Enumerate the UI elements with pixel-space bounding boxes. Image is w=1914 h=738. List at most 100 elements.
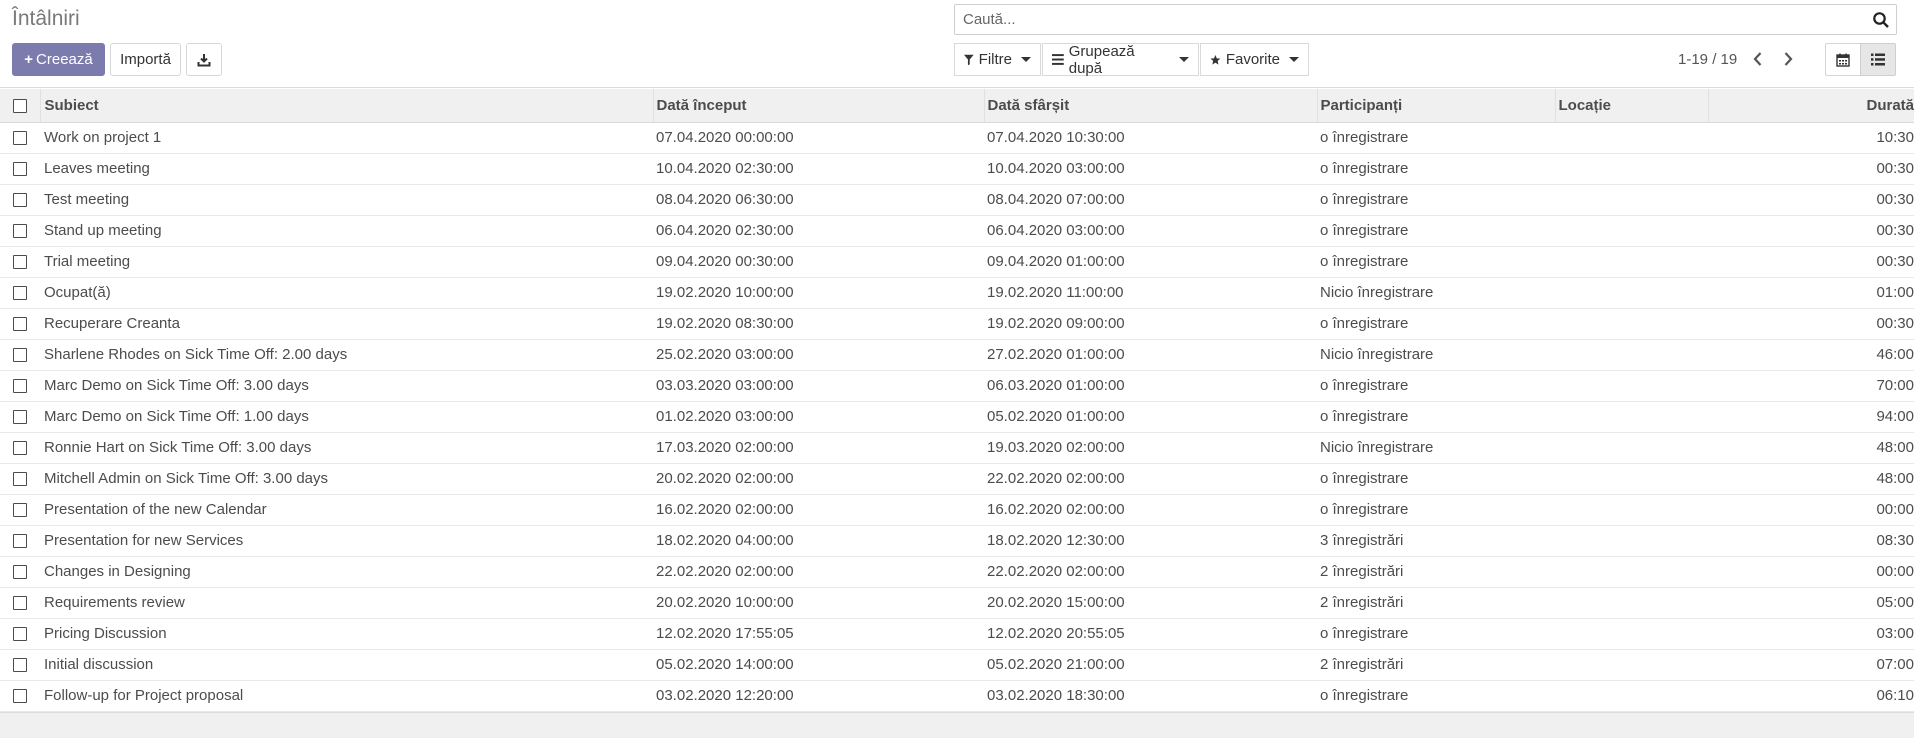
cell-location bbox=[1555, 153, 1708, 185]
table-row[interactable]: Mitchell Admin on Sick Time Off: 3.00 da… bbox=[0, 463, 1914, 495]
cell-location bbox=[1555, 215, 1708, 247]
column-header-duration[interactable]: Durată bbox=[1708, 89, 1914, 123]
row-checkbox[interactable] bbox=[13, 658, 27, 673]
cell-location bbox=[1555, 587, 1708, 619]
download-button[interactable] bbox=[186, 43, 222, 76]
list-view-button[interactable] bbox=[1860, 43, 1896, 76]
cell-subject: Work on project 1 bbox=[40, 122, 653, 154]
cell-start-date: 19.02.2020 10:00:00 bbox=[653, 277, 984, 309]
row-checkbox[interactable] bbox=[13, 317, 27, 332]
cell-duration: 07:00 bbox=[1708, 649, 1914, 681]
row-checkbox[interactable] bbox=[13, 503, 27, 518]
create-button[interactable]: + Creează bbox=[12, 43, 105, 76]
cell-duration: 70:00 bbox=[1708, 370, 1914, 402]
cell-duration: 94:00 bbox=[1708, 401, 1914, 433]
chevron-right-icon[interactable] bbox=[1780, 50, 1796, 68]
row-checkbox[interactable] bbox=[13, 348, 27, 363]
table-row[interactable]: Work on project 1 07.04.2020 00:00:00 07.0… bbox=[0, 122, 1914, 154]
filters-dropdown[interactable]: Filtre bbox=[954, 43, 1041, 76]
cell-subject: Test meeting bbox=[40, 184, 653, 216]
import-button[interactable]: Importă bbox=[110, 43, 181, 76]
cell-end-date: 27.02.2020 01:00:00 bbox=[984, 339, 1317, 371]
table-row[interactable]: Leaves meeting 10.04.2020 02:30:00 10.04.2… bbox=[0, 153, 1914, 185]
row-checkbox-cell bbox=[0, 153, 40, 185]
column-header-subject[interactable]: Subiect bbox=[40, 89, 654, 123]
cell-attendees: 2 înregistrări bbox=[1317, 556, 1555, 588]
cell-location bbox=[1555, 494, 1708, 526]
table-row[interactable]: Presentation for new Services 18.02.2020 … bbox=[0, 525, 1914, 557]
cell-start-date: 22.02.2020 02:00:00 bbox=[653, 556, 984, 588]
row-checkbox[interactable] bbox=[13, 534, 27, 549]
cell-subject: Recuperare Creanta bbox=[40, 308, 653, 340]
cell-subject: Leaves meeting bbox=[40, 153, 653, 185]
cell-subject: Presentation of the new Calendar bbox=[40, 494, 653, 526]
table-row[interactable]: Pricing Discussion 12.02.2020 17:55:05 12.… bbox=[0, 618, 1914, 650]
select-all-checkbox[interactable] bbox=[12, 98, 27, 113]
table-row[interactable]: Test meeting 08.04.2020 06:30:00 08.04.202… bbox=[0, 184, 1914, 216]
cell-start-date: 07.04.2020 00:00:00 bbox=[653, 122, 984, 154]
row-checkbox[interactable] bbox=[13, 255, 27, 270]
column-header-start[interactable]: Dată început bbox=[653, 89, 985, 123]
cell-location bbox=[1555, 649, 1708, 681]
row-checkbox[interactable] bbox=[13, 472, 27, 487]
cell-end-date: 05.02.2020 01:00:00 bbox=[984, 401, 1317, 433]
cell-end-date: 19.02.2020 09:00:00 bbox=[984, 308, 1317, 340]
table-row[interactable]: Marc Demo on Sick Time Off: 3.00 days 03.… bbox=[0, 370, 1914, 402]
cell-duration: 00:00 bbox=[1708, 556, 1914, 588]
table-row[interactable]: Presentation of the new Calendar 16.02.20… bbox=[0, 494, 1914, 526]
row-checkbox[interactable] bbox=[13, 286, 27, 301]
row-checkbox[interactable] bbox=[13, 224, 27, 239]
column-header-location[interactable]: Locație bbox=[1555, 89, 1709, 123]
cell-duration: 48:00 bbox=[1708, 463, 1914, 495]
table-row[interactable]: Follow-up for Project proposal 03.02.2020… bbox=[0, 680, 1914, 712]
table-row[interactable]: Requirements review 20.02.2020 10:00:00 20… bbox=[0, 587, 1914, 619]
cell-attendees: Nicio înregistrare bbox=[1317, 277, 1555, 309]
table-row[interactable]: Stand up meeting 06.04.2020 02:30:00 06.04… bbox=[0, 215, 1914, 247]
favorites-dropdown[interactable]: Favorite bbox=[1200, 43, 1309, 76]
cell-attendees: o înregistrare bbox=[1317, 308, 1555, 340]
row-checkbox[interactable] bbox=[13, 193, 27, 208]
table-row[interactable]: Changes in Designing 22.02.2020 02:00:00 2… bbox=[0, 556, 1914, 588]
row-checkbox[interactable] bbox=[13, 162, 27, 177]
column-header-attendees[interactable]: Participanți bbox=[1317, 89, 1556, 123]
row-checkbox-cell bbox=[0, 618, 40, 650]
table-row[interactable]: Ocupat(ă) 19.02.2020 10:00:00 19.02.2020 1… bbox=[0, 277, 1914, 309]
search-input[interactable] bbox=[961, 5, 1821, 34]
row-checkbox[interactable] bbox=[13, 131, 27, 146]
row-checkbox-cell bbox=[0, 587, 40, 619]
row-checkbox[interactable] bbox=[13, 379, 27, 394]
bars-icon bbox=[1052, 54, 1064, 65]
row-checkbox[interactable] bbox=[13, 627, 27, 642]
column-header-end[interactable]: Dată sfârșit bbox=[984, 89, 1318, 123]
row-checkbox[interactable] bbox=[13, 441, 27, 456]
chevron-left-icon[interactable] bbox=[1750, 50, 1766, 68]
row-checkbox-cell bbox=[0, 680, 40, 712]
row-checkbox[interactable] bbox=[13, 565, 27, 580]
cell-attendees: o înregistrare bbox=[1317, 370, 1555, 402]
table-row[interactable]: Recuperare Creanta 19.02.2020 08:30:00 19.… bbox=[0, 308, 1914, 340]
table-row[interactable]: Initial discussion 05.02.2020 14:00:00 05.… bbox=[0, 649, 1914, 681]
cell-location bbox=[1555, 246, 1708, 278]
table-row[interactable]: Ronnie Hart on Sick Time Off: 3.00 days 1… bbox=[0, 432, 1914, 464]
filters-label: Filtre bbox=[978, 51, 1012, 68]
table-row[interactable]: Trial meeting 09.04.2020 00:30:00 09.04.20… bbox=[0, 246, 1914, 278]
page-title: Întâlniri bbox=[12, 7, 80, 30]
groupby-dropdown[interactable]: Grupează după bbox=[1042, 42, 1199, 77]
cell-start-date: 06.04.2020 02:30:00 bbox=[653, 215, 984, 247]
table-row[interactable]: Marc Demo on Sick Time Off: 1.00 days 01.… bbox=[0, 401, 1914, 433]
cell-attendees: Nicio înregistrare bbox=[1317, 339, 1555, 371]
search-icon[interactable] bbox=[1872, 11, 1890, 29]
row-checkbox[interactable] bbox=[13, 596, 27, 611]
cell-attendees: o înregistrare bbox=[1317, 494, 1555, 526]
table-row[interactable]: Sharlene Rhodes on Sick Time Off: 2.00 d… bbox=[0, 339, 1914, 371]
cell-location bbox=[1555, 680, 1708, 712]
cell-duration: 10:30 bbox=[1708, 122, 1914, 154]
calendar-view-button[interactable] bbox=[1825, 43, 1861, 76]
pager-value[interactable]: 1-19 / 19 bbox=[1678, 51, 1737, 68]
row-checkbox[interactable] bbox=[13, 689, 27, 704]
groupby-label: Grupează după bbox=[1068, 42, 1135, 77]
row-checkbox-cell bbox=[0, 494, 40, 526]
cell-end-date: 16.02.2020 02:00:00 bbox=[984, 494, 1317, 526]
cell-end-date: 19.03.2020 02:00:00 bbox=[984, 432, 1317, 464]
row-checkbox[interactable] bbox=[13, 410, 27, 425]
